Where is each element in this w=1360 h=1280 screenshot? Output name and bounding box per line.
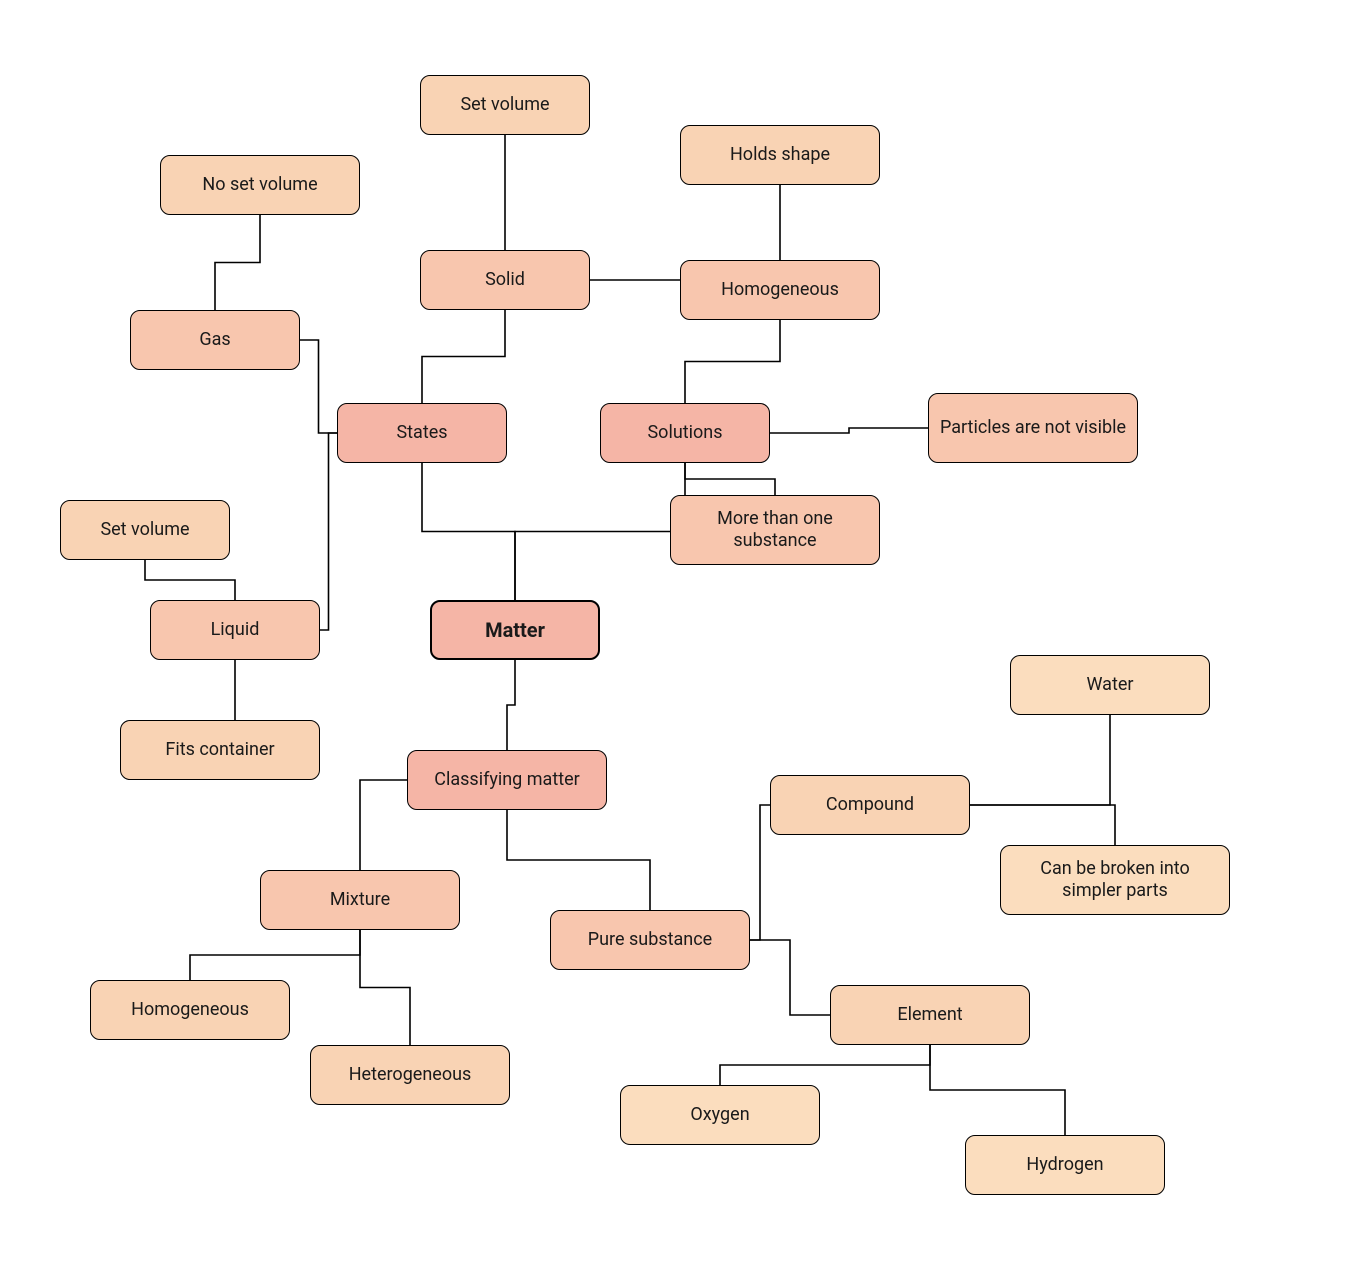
node-matter: Matter xyxy=(430,600,600,660)
node-solutions: Solutions xyxy=(600,403,770,463)
node-setvolume_solid: Set volume xyxy=(420,75,590,135)
node-brokensimpler: Can be broken into simpler parts xyxy=(1000,845,1230,915)
node-liquid: Liquid xyxy=(150,600,320,660)
node-hydrogen: Hydrogen xyxy=(965,1135,1165,1195)
node-heterogeneous: Heterogeneous xyxy=(310,1045,510,1105)
node-particles: Particles are not visible xyxy=(928,393,1138,463)
node-states: States xyxy=(337,403,507,463)
node-oxygen: Oxygen xyxy=(620,1085,820,1145)
diagram-canvas: { "nodes": { "matter": {"label":"Matter"… xyxy=(0,0,1360,1280)
node-nosetvolume: No set volume xyxy=(160,155,360,215)
node-setvolume_liq: Set volume xyxy=(60,500,230,560)
node-gas: Gas xyxy=(130,310,300,370)
node-classifying: Classifying matter xyxy=(407,750,607,810)
node-water: Water xyxy=(1010,655,1210,715)
node-homogeneous1: Homogeneous xyxy=(680,260,880,320)
node-holdsshape: Holds shape xyxy=(680,125,880,185)
node-fitscontainer: Fits container xyxy=(120,720,320,780)
node-mixture: Mixture xyxy=(260,870,460,930)
node-element: Element xyxy=(830,985,1030,1045)
node-homogeneous2: Homogeneous xyxy=(90,980,290,1040)
node-puresubstance: Pure substance xyxy=(550,910,750,970)
node-morethanone: More than one substance xyxy=(670,495,880,565)
node-solid: Solid xyxy=(420,250,590,310)
node-compound: Compound xyxy=(770,775,970,835)
